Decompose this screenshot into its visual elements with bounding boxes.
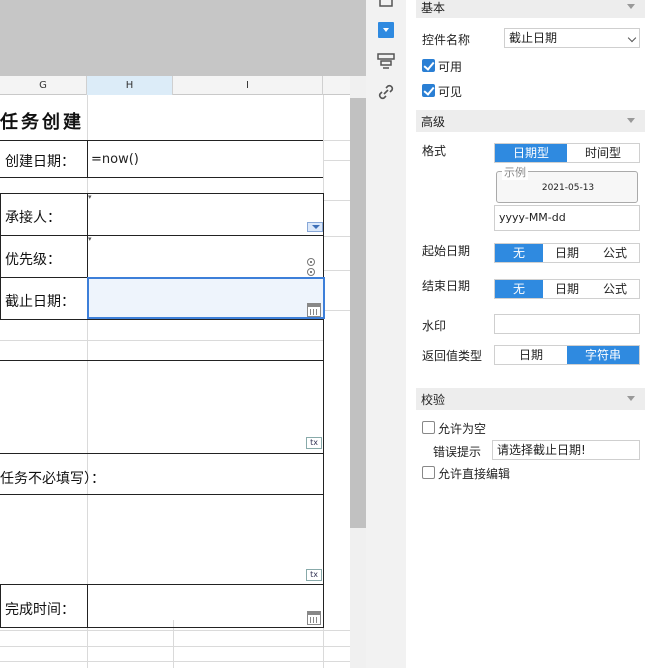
optional-note-label: 任务不必填写）： — [0, 471, 105, 487]
return-type-label: 返回值类型 — [422, 349, 483, 363]
end-date-toggle: 无 日期 公式 — [494, 279, 640, 299]
control-name-select[interactable]: 截止日期 — [504, 28, 640, 48]
visible-label: 可见 — [438, 85, 463, 99]
date-pattern-input[interactable]: yyyy-MM-dd — [494, 205, 640, 231]
control-name-label: 控件名称 — [422, 33, 471, 47]
section-header-advanced[interactable]: 高级 — [416, 110, 645, 132]
example-legend: 示例 — [502, 164, 528, 180]
column-header-h[interactable]: H — [87, 76, 173, 95]
radio-icon[interactable] — [307, 258, 315, 266]
watermark-input[interactable] — [494, 314, 640, 334]
column-header-i[interactable]: I — [173, 76, 323, 95]
error-tip-input[interactable]: 请选择截止日期! — [492, 440, 640, 460]
assignee-dropdown-icon[interactable] — [307, 222, 323, 232]
column-header: G H I — [0, 76, 350, 95]
return-option-string[interactable]: 字符串 — [567, 346, 639, 364]
end-option-formula[interactable]: 公式 — [591, 280, 639, 298]
cell-attr-icon[interactable] — [376, 0, 396, 12]
sheet-toolbar-gap — [0, 0, 366, 76]
calendar-icon[interactable] — [307, 303, 321, 317]
section-title-validation: 校验 — [421, 393, 446, 407]
start-option-formula[interactable]: 公式 — [591, 244, 639, 262]
visible-checkbox[interactable] — [422, 84, 435, 97]
chevron-down-icon — [627, 4, 635, 9]
finish-time-label: 完成时间： — [5, 602, 75, 618]
spreadsheet-area: G H I 任务创建 创建日期： =now() 承接人： ▾ 优先级： ▾ 截止… — [0, 0, 366, 668]
error-tip-label: 错误提示 — [433, 445, 482, 459]
section-header-validation[interactable]: 校验 — [416, 388, 645, 410]
allow-empty-label: 允许为空 — [438, 422, 487, 436]
section-header-basic[interactable]: 基本 — [416, 0, 645, 18]
enabled-label: 可用 — [438, 60, 463, 74]
scrollbar-thumb[interactable] — [350, 98, 366, 528]
widget-tool-strip — [366, 0, 406, 668]
start-option-none[interactable]: 无 — [495, 244, 543, 262]
assignee-label: 承接人： — [5, 210, 61, 226]
tx-icon[interactable]: tx — [306, 437, 322, 449]
column-header-g[interactable]: G — [0, 76, 87, 95]
chevron-down-icon — [627, 33, 637, 43]
start-option-date[interactable]: 日期 — [543, 244, 591, 262]
allow-empty-checkbox[interactable] — [422, 421, 435, 434]
radio-marker: ▾ — [88, 235, 92, 243]
create-date-label: 创建日期： — [5, 154, 75, 170]
allow-direct-edit-checkbox[interactable] — [422, 466, 435, 479]
format-option-time[interactable]: 时间型 — [567, 144, 639, 162]
link-icon[interactable] — [376, 82, 396, 102]
format-example-box: 示例 2021-05-13 — [496, 164, 638, 203]
sheet-title: 任务创建 — [0, 112, 84, 133]
allow-direct-edit-label: 允许直接编辑 — [438, 467, 511, 481]
tx-icon[interactable]: tx — [306, 569, 322, 581]
format-option-date[interactable]: 日期型 — [495, 144, 567, 162]
example-value: 2021-05-13 — [541, 183, 595, 193]
return-option-date[interactable]: 日期 — [495, 346, 567, 364]
chevron-down-icon — [627, 118, 635, 123]
widget-dropdown-icon[interactable] — [376, 20, 396, 40]
start-date-label: 起始日期 — [422, 244, 471, 258]
enabled-checkbox[interactable] — [422, 59, 435, 72]
control-name-value: 截止日期 — [509, 31, 558, 45]
section-title-basic: 基本 — [421, 1, 446, 15]
combo-marker: ▾ — [88, 193, 92, 201]
radio-icon[interactable] — [307, 268, 315, 276]
start-date-toggle: 无 日期 公式 — [494, 243, 640, 263]
format-toggle: 日期型 时间型 — [494, 143, 640, 163]
deadline-label: 截止日期： — [5, 294, 75, 310]
chevron-down-icon — [627, 396, 635, 401]
return-type-toggle: 日期 字符串 — [494, 345, 640, 365]
end-date-label: 结束日期 — [422, 279, 471, 293]
create-date-formula[interactable]: =now() — [91, 152, 139, 167]
end-option-date[interactable]: 日期 — [543, 280, 591, 298]
section-title-advanced: 高级 — [421, 115, 446, 129]
priority-label: 优先级： — [5, 252, 61, 268]
layer-icon[interactable] — [376, 51, 396, 71]
deadline-date-cell[interactable] — [87, 277, 325, 319]
properties-panel: 基本 控件名称 截止日期 可用 可见 高级 格式 日期型 时间型 示例 2021… — [406, 0, 645, 668]
end-option-none[interactable]: 无 — [495, 280, 543, 298]
calendar-icon[interactable] — [307, 611, 321, 625]
watermark-label: 水印 — [422, 319, 447, 333]
format-label: 格式 — [422, 144, 447, 158]
